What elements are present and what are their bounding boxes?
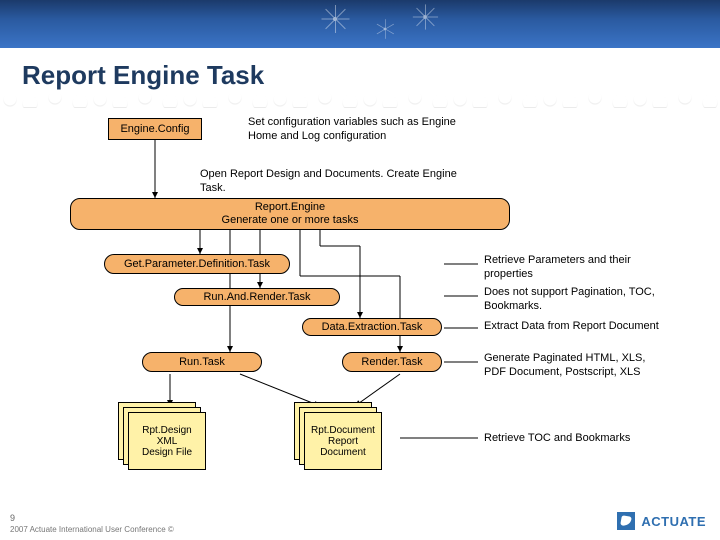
firework-icon bbox=[320, 4, 350, 34]
design-line2: XML bbox=[157, 436, 178, 447]
banner bbox=[0, 0, 720, 48]
box-render-task: Render.Task bbox=[342, 352, 442, 372]
box-run-task: Run.Task bbox=[142, 352, 262, 372]
note-get-param: Retrieve Parameters and their properties bbox=[484, 254, 654, 282]
box-report-engine: Report.Engine Generate one or more tasks bbox=[70, 198, 510, 230]
note-render: Generate Paginated HTML, XLS, PDF Docume… bbox=[484, 352, 654, 380]
design-line3: Design File bbox=[142, 447, 192, 458]
box-engine-config: Engine.Config bbox=[108, 118, 202, 140]
note-data-extraction: Extract Data from Report Document bbox=[484, 320, 694, 334]
note-open-design: Open Report Design and Documents. Create… bbox=[200, 168, 460, 196]
copyright: 2007 Actuate International User Conferen… bbox=[10, 525, 174, 534]
doc-line3: Document bbox=[320, 447, 366, 458]
page-number: 9 bbox=[10, 513, 174, 523]
note-engine-config: Set configuration variables such as Engi… bbox=[248, 116, 478, 144]
note-toc: Retrieve TOC and Bookmarks bbox=[484, 432, 684, 446]
box-data-extraction: Data.Extraction.Task bbox=[302, 318, 442, 336]
brand-logo: ACTUATE bbox=[617, 512, 706, 530]
doc-line2: Report bbox=[328, 436, 358, 447]
doc-line1: Rpt.Document bbox=[311, 425, 375, 436]
brand-icon bbox=[617, 512, 635, 530]
diagram-canvas: Engine.Config Set configuration variable… bbox=[0, 96, 720, 516]
page-title: Report Engine Task bbox=[0, 48, 720, 91]
box-get-param-task: Get.Parameter.Definition.Task bbox=[104, 254, 290, 274]
footer: 9 2007 Actuate International User Confer… bbox=[10, 513, 174, 534]
firework-icon bbox=[412, 4, 439, 31]
note-run-and-render: Does not support Pagination, TOC, Bookma… bbox=[484, 286, 684, 314]
box-run-and-render: Run.And.Render.Task bbox=[174, 288, 340, 306]
firework-icon bbox=[375, 19, 396, 40]
design-line1: Rpt.Design bbox=[142, 425, 191, 436]
brand-text: ACTUATE bbox=[641, 514, 706, 529]
report-engine-label-1: Report.Engine bbox=[255, 201, 325, 214]
report-engine-label-2: Generate one or more tasks bbox=[222, 214, 359, 227]
